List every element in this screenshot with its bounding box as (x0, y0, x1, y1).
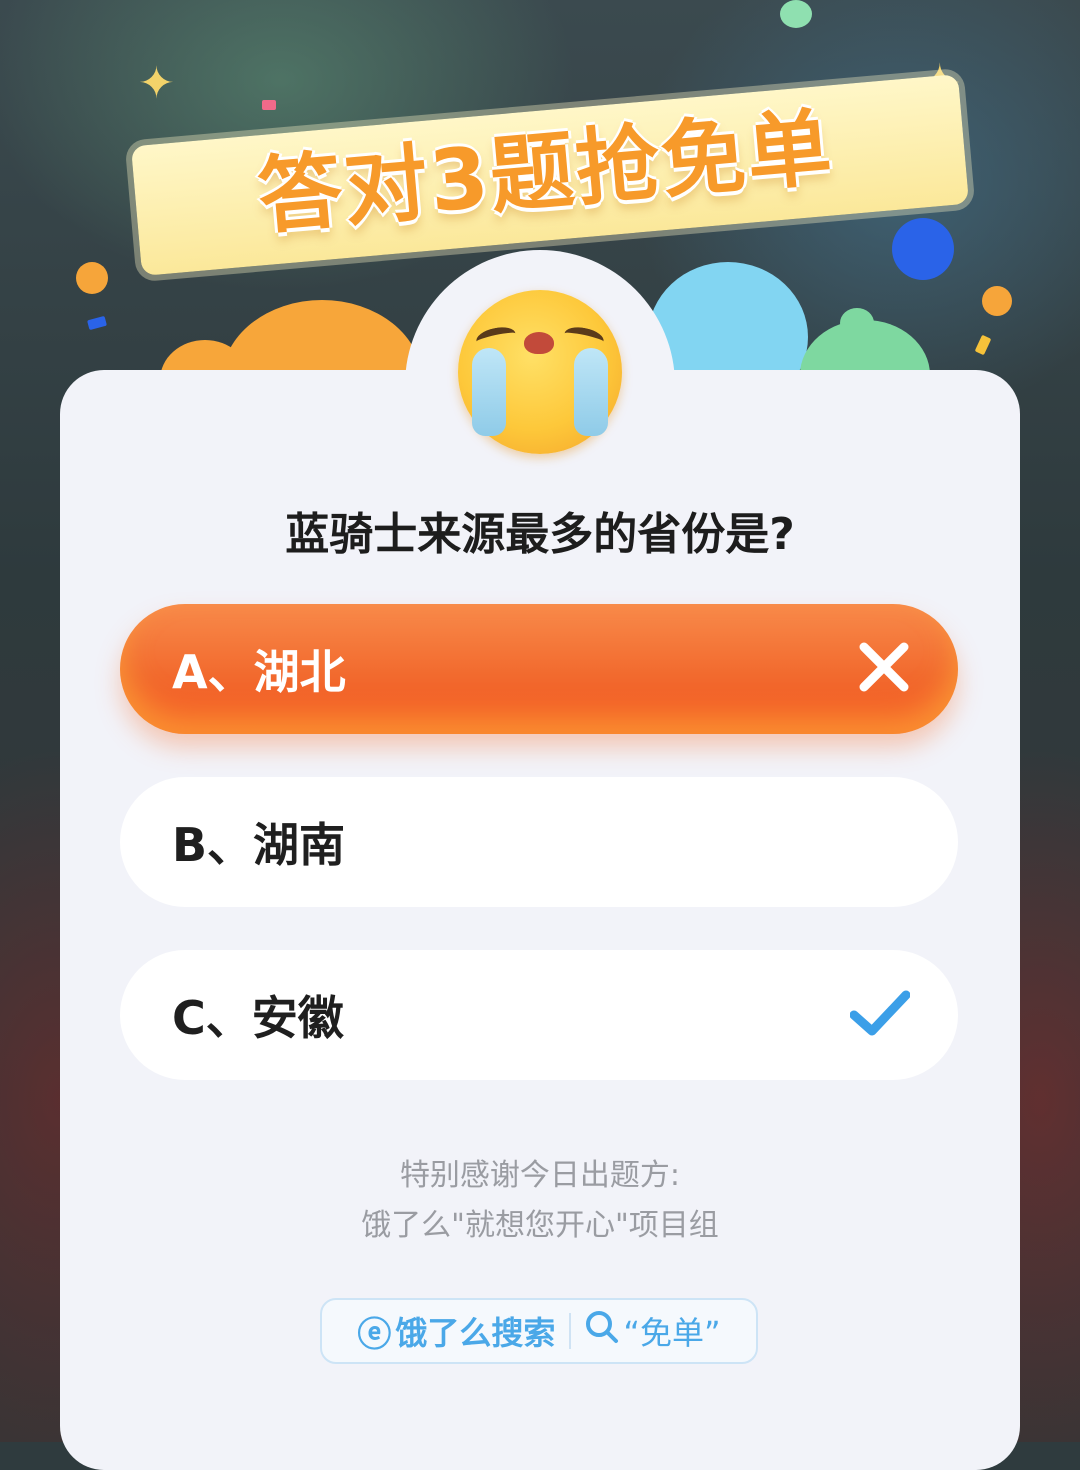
eleme-logo-icon: ⓔ (357, 1314, 392, 1355)
crying-emoji-icon (458, 290, 622, 454)
confetti-dot (982, 286, 1012, 316)
x-icon (858, 641, 910, 697)
confetti-dot (76, 262, 108, 294)
sparkle-icon: ✦ (138, 58, 175, 109)
search-brand-text: 饿了么搜索 (395, 1314, 556, 1352)
confetti-piece (262, 100, 276, 110)
search-query-text: “免单” (623, 1314, 721, 1352)
check-icon (849, 989, 911, 1041)
question-text: 蓝骑士来源最多的省份是? (285, 509, 795, 560)
option-b-label: B、湖南 (172, 818, 346, 872)
option-a[interactable]: A、湖北 (120, 604, 958, 734)
search-hint-button[interactable]: ⓔ 饿了么搜索 “免单” (320, 1298, 758, 1364)
confetti-dot (780, 0, 812, 28)
search-icon (585, 1310, 619, 1352)
thanks-line-1: 特别感谢今日出题方: (399, 1158, 681, 1193)
option-c-label: C、安徽 (172, 991, 344, 1045)
option-b[interactable]: B、湖南 (120, 777, 958, 907)
option-a-label: A、湖北 (172, 645, 346, 699)
option-c[interactable]: C、安徽 (120, 950, 958, 1080)
confetti-dot (892, 218, 954, 280)
divider (569, 1313, 572, 1349)
thanks-line-2: 饿了么"就想您开心"项目组 (361, 1208, 719, 1243)
decor-blob-green (840, 308, 874, 338)
